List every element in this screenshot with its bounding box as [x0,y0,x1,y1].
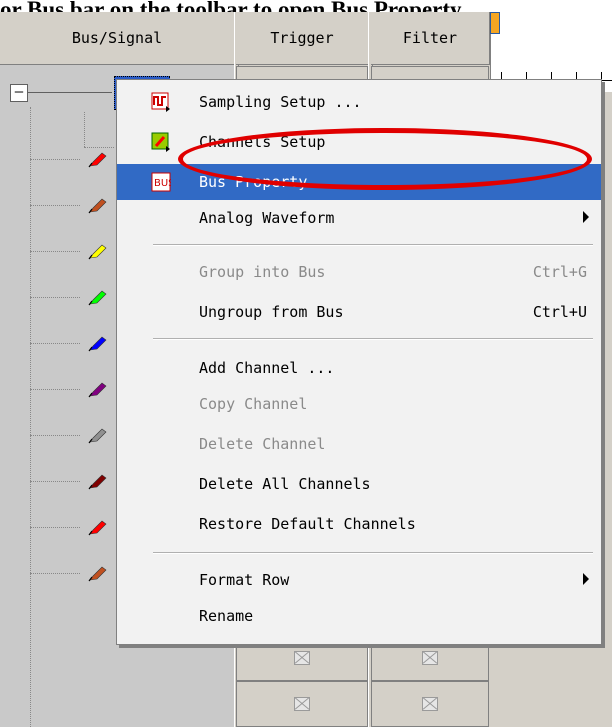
sampling-setup-icon [151,92,170,112]
menu-item-analog-waveform[interactable]: Analog Waveform [117,200,601,236]
probe-icon [88,474,107,490]
filter-disabled-icon [422,651,438,665]
bus-property-icon: BUS [151,172,171,192]
menu-item-delete-all-channels[interactable]: Delete All Channels [117,466,601,502]
annotation-ellipse [178,128,592,190]
menu-item-ungroup-from-bus[interactable]: Ungroup from Bus Ctrl+U [117,294,601,330]
waveform-marker-icon[interactable] [490,12,500,34]
probe-icon [88,336,107,352]
svg-text:BUS: BUS [154,178,171,189]
tree-connector [30,205,80,206]
probe-icon [88,152,107,168]
tree-connector [30,343,80,344]
submenu-arrow-icon [583,211,589,223]
probe-icon [88,566,107,582]
filter-disabled-icon [422,697,438,711]
probe-icon [88,290,107,306]
tree-connector [30,527,80,528]
menu-item-restore-default-channels[interactable]: Restore Default Channels [117,506,601,542]
tree-connector [30,573,80,574]
tree-connector [30,251,80,252]
probe-icon [88,244,107,260]
menu-item-format-row[interactable]: Format Row [117,562,601,598]
tree-connector [30,389,80,390]
menu-separator [153,338,593,340]
tree-connector [30,159,80,160]
menu-item-sampling-setup[interactable]: Sampling Setup ... [117,84,601,120]
column-header-filter[interactable]: Filter [371,12,490,65]
menu-item-rename[interactable]: Rename [117,598,601,634]
trigger-disabled-icon [294,697,310,711]
submenu-arrow-icon [583,573,589,585]
tree-connector [28,92,112,93]
trigger-disabled-icon [294,651,310,665]
probe-icon [88,428,107,444]
column-header-trigger[interactable]: Trigger [236,12,369,65]
probe-icon [88,520,107,536]
menu-item-delete-channel[interactable]: Delete Channel [117,426,601,462]
tree-connector [30,435,80,436]
filter-cell[interactable] [371,681,489,727]
trigger-cell[interactable] [236,681,368,727]
channels-setup-icon [151,132,170,152]
menu-item-copy-channel[interactable]: Copy Channel [117,386,601,422]
menu-item-group-into-bus[interactable]: Group into Bus Ctrl+G [117,254,601,290]
tree-connector [30,481,80,482]
collapse-toggle[interactable]: — [10,84,28,102]
probe-icon [88,382,107,398]
tree-connector [30,297,80,298]
menu-separator [153,244,593,246]
menu-separator [153,552,593,554]
probe-icon [88,198,107,214]
menu-item-add-channel[interactable]: Add Channel ... [117,350,601,386]
column-header-bus-signal[interactable]: Bus/Signal [0,12,235,65]
